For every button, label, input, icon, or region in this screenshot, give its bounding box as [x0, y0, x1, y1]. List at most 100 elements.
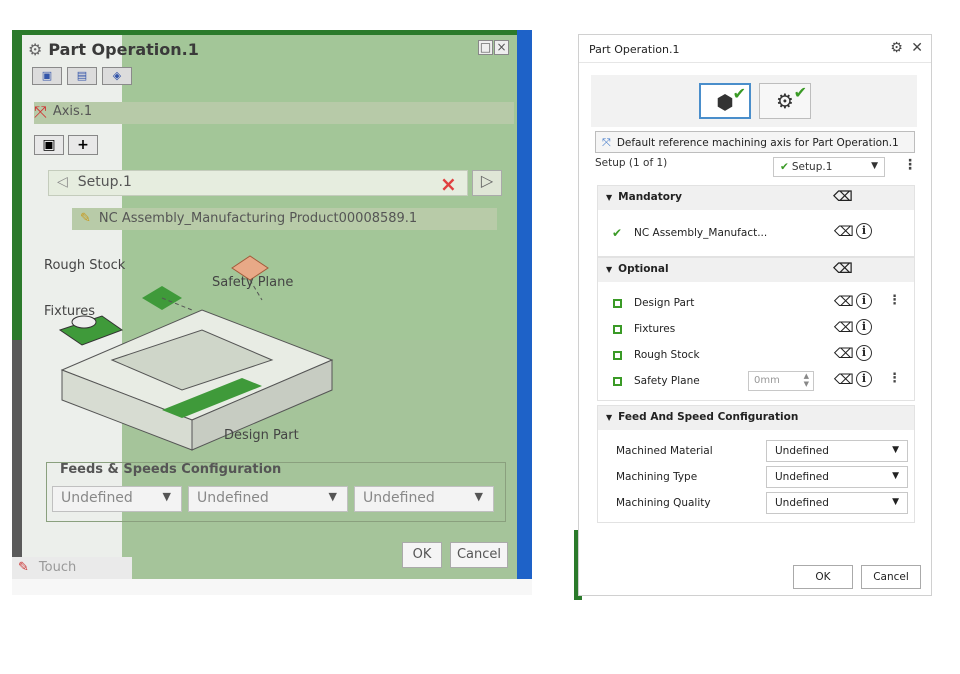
safety-plane-label: Safety Plane [212, 275, 294, 290]
setup-value: Setup.1 [791, 161, 833, 173]
setup-prev-icon: ◁ [57, 174, 68, 190]
optional-section: ▼ Optional ⌫ Design Part ⌫ i ⋮ Fixtures ⌫… [597, 257, 915, 401]
more-options-icon[interactable]: ⋮ [888, 371, 901, 386]
mandatory-header[interactable]: ▼ Mandatory ⌫ [598, 186, 914, 210]
machining-type-row: Machining Type Undefined ▼ [598, 464, 914, 490]
tab-strategy-icon[interactable]: ▤ [67, 67, 97, 85]
legacy-setup-field[interactable]: ◁ Setup.1 [48, 170, 468, 196]
eraser-icon[interactable]: ⌫ [833, 261, 853, 277]
chevron-down-icon: ▼ [162, 490, 171, 503]
list-item[interactable]: Safety Plane 0mm ▲ ▼ ⌫ i ⋮ [598, 368, 914, 394]
safety-plane-offset-input[interactable]: 0mm ▲ ▼ [748, 371, 814, 391]
empty-square-icon [613, 299, 622, 308]
machined-material-select[interactable]: Undefined ▼ [766, 440, 908, 462]
touch-toolbar[interactable]: ✎ Touch [12, 557, 132, 579]
more-options-icon[interactable]: ⋮ [903, 157, 917, 173]
setup-label: Setup (1 of 1) [595, 157, 668, 169]
fixtures-label: Fixtures [44, 304, 96, 319]
legacy-nc-assembly-row[interactable]: ✎ NC Assembly_Manufacturing Product000085… [72, 208, 497, 230]
nc-assembly-icon: ✎ [80, 211, 91, 226]
chevron-down-icon: ▼ [474, 490, 483, 503]
info-icon[interactable]: i [856, 345, 872, 361]
eraser-icon[interactable]: ⌫ [834, 346, 854, 362]
tab-parameters[interactable]: ⚙ ✔ [759, 83, 811, 119]
machined-material-row: Machined Material Undefined ▼ [598, 438, 914, 464]
machined-material-select[interactable]: Undefined ▼ [52, 486, 182, 512]
machine-icon[interactable]: ▣ [34, 135, 64, 155]
feed-speed-title: Feed And Speed Configuration [618, 411, 799, 423]
tab-geometry[interactable]: ⬢ ✔ [699, 83, 751, 119]
item-label: Rough Stock [634, 349, 700, 361]
machining-type-select[interactable]: Undefined ▼ [766, 466, 908, 488]
axis-label: Axis.1 [52, 104, 93, 119]
collapse-triangle-icon: ▼ [606, 193, 613, 202]
info-icon[interactable]: i [856, 371, 872, 387]
empty-square-icon [613, 377, 622, 386]
remove-setup-icon[interactable]: × [440, 172, 457, 196]
feeds-speeds-title: Feeds & Speeds Configuration [60, 462, 282, 477]
machining-quality-select[interactable]: Undefined ▼ [354, 486, 494, 512]
eraser-icon[interactable]: ⌫ [834, 372, 854, 388]
feed-speed-header[interactable]: ▼ Feed And Speed Configuration [598, 406, 914, 430]
select-value: Undefined [775, 471, 829, 483]
more-options-icon[interactable]: ⋮ [888, 293, 901, 308]
dialog-title: Part Operation.1 [589, 43, 680, 56]
nc-assembly-label: NC Assembly_Manufacturing Product0000858… [98, 211, 418, 226]
axis-text: Default reference machining axis for Par… [616, 137, 899, 149]
cancel-button[interactable]: Cancel [861, 565, 921, 589]
legacy-setup-value: Setup.1 [77, 174, 132, 190]
cube-icon: ⬢ [716, 90, 734, 114]
collapse-triangle-icon: ▼ [606, 413, 613, 422]
legacy-axis-row[interactable]: ⤧ Axis.1 [34, 102, 514, 124]
touch-icon: ✎ [18, 560, 29, 575]
design-part-label: Design Part [224, 428, 299, 443]
list-item[interactable]: ✔ NC Assembly_Manufact... ⌫ i [598, 220, 914, 246]
list-item[interactable]: Design Part ⌫ i ⋮ [598, 290, 914, 316]
legacy-window-buttons: □ × [477, 40, 509, 55]
reference-axis-button[interactable]: ⤧ Default reference machining axis for Pa… [595, 131, 915, 153]
item-label: Design Part [634, 297, 695, 309]
setup-next-icon[interactable]: ▷ [472, 170, 502, 196]
legacy-add-row: ▣ + [34, 134, 102, 155]
chevron-down-icon: ▼ [892, 497, 899, 507]
row-label: Machined Material [616, 445, 713, 457]
info-icon[interactable]: i [856, 223, 872, 239]
eraser-icon[interactable]: ⌫ [834, 294, 854, 310]
legacy-ok-button[interactable]: OK [402, 542, 442, 568]
machining-quality-select[interactable]: Undefined ▼ [766, 492, 908, 514]
mandatory-section: ▼ Mandatory ⌫ ✔ NC Assembly_Manufact... ⌫… [597, 185, 915, 257]
eraser-icon[interactable]: ⌫ [834, 224, 854, 240]
list-item[interactable]: Fixtures ⌫ i [598, 316, 914, 342]
select-value: Undefined [775, 497, 829, 509]
background-blue-edge [517, 30, 532, 595]
feed-speed-section: ▼ Feed And Speed Configuration Machined M… [597, 405, 915, 523]
rough-stock-label: Rough Stock [44, 258, 126, 273]
part-operation-dialog: Part Operation.1 ⚙ ✕ ⬢ ✔ ⚙ ✔ ⤧ Default refe… [578, 34, 932, 596]
item-label: Safety Plane [634, 375, 700, 387]
list-item[interactable]: Rough Stock ⌫ i [598, 342, 914, 368]
close-icon[interactable]: ✕ [911, 40, 923, 56]
empty-square-icon [613, 351, 622, 360]
legacy-bottom-strip [12, 579, 532, 595]
setup-row: Setup (1 of 1) ✔ Setup.1 ▼ ⋮ [595, 157, 917, 179]
legacy-dialog-screenshot: ⚙ Part Operation.1 □ × ▣ ▤ ◈ ⤧ Axis.1 ▣ + ◁ Set… [12, 30, 532, 595]
restore-icon[interactable]: □ [478, 40, 493, 55]
row-label: Machining Quality [616, 497, 711, 509]
ok-button[interactable]: OK [793, 565, 853, 589]
spinner-icon[interactable]: ▲ ▼ [804, 372, 809, 388]
add-icon[interactable]: + [68, 135, 98, 155]
eraser-icon[interactable]: ⌫ [834, 320, 854, 336]
machining-type-select[interactable]: Undefined ▼ [188, 486, 348, 512]
legacy-cancel-button[interactable]: Cancel [450, 542, 508, 568]
optional-header[interactable]: ▼ Optional ⌫ [598, 258, 914, 282]
setup-select[interactable]: ✔ Setup.1 ▼ [773, 157, 885, 177]
tab-geometry-icon[interactable]: ▣ [32, 67, 62, 85]
mandatory-title: Mandatory [618, 191, 683, 203]
select-value: Undefined [363, 490, 435, 506]
gear-icon[interactable]: ⚙ [890, 40, 903, 56]
info-icon[interactable]: i [856, 319, 872, 335]
info-icon[interactable]: i [856, 293, 872, 309]
eraser-icon[interactable]: ⌫ [833, 189, 853, 205]
tab-macro-icon[interactable]: ◈ [102, 67, 132, 85]
close-icon[interactable]: × [494, 40, 509, 55]
